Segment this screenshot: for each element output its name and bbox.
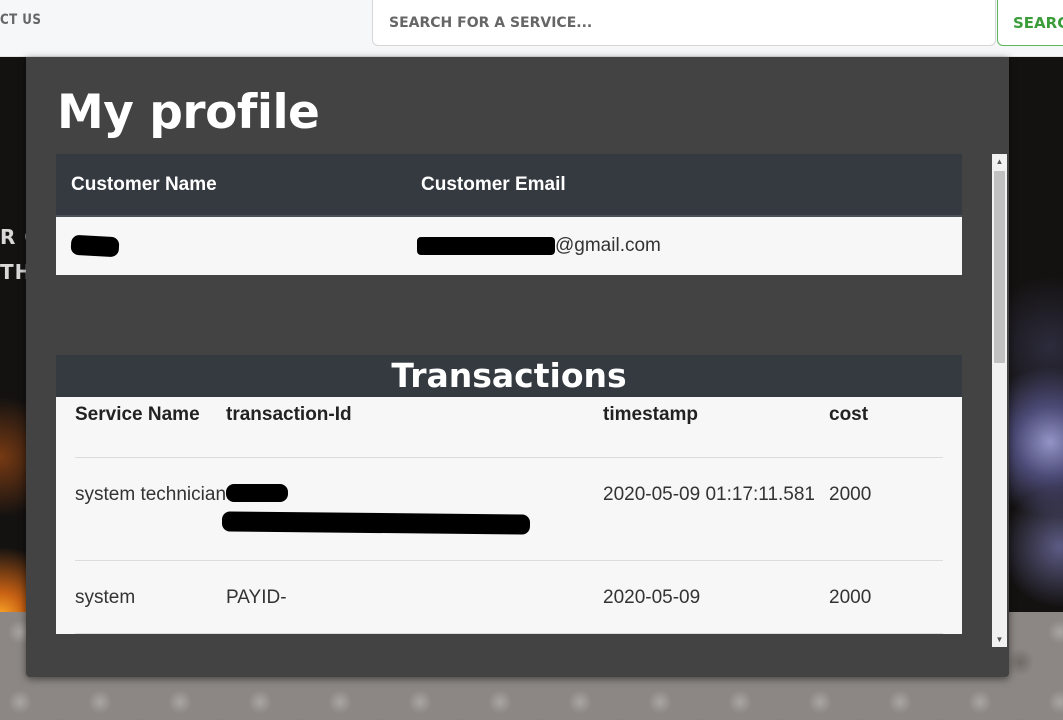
redaction-mark bbox=[221, 511, 531, 535]
service-name-header: Service Name bbox=[75, 397, 226, 458]
customer-email-suffix: @gmail.com bbox=[555, 235, 661, 256]
cost-cell: 2000 bbox=[829, 457, 943, 561]
transaction-id-cell: PAYID- bbox=[226, 560, 603, 634]
customer-name-cell bbox=[56, 216, 406, 275]
transactions-body: Service Name transaction-Id timestamp co… bbox=[56, 397, 962, 634]
service-search-input[interactable] bbox=[372, 0, 996, 46]
transactions-table: Service Name transaction-Id timestamp co… bbox=[75, 397, 943, 634]
customer-email-header: Customer Email bbox=[406, 154, 962, 217]
table-row: system technician 2020-05-09 01:17:11.58… bbox=[75, 457, 943, 561]
timestamp-cell: 2020-05-09 bbox=[603, 560, 829, 634]
profile-modal: My profile Customer Name Customer Email … bbox=[26, 57, 1009, 677]
scroll-up-arrow-icon[interactable]: ▲ bbox=[992, 154, 1007, 169]
service-name-cell: system technician bbox=[75, 457, 226, 561]
modal-title: My profile bbox=[57, 85, 320, 140]
timestamp-header: timestamp bbox=[603, 397, 829, 458]
redaction-mark bbox=[70, 234, 120, 258]
transactions-title: Transactions bbox=[56, 355, 962, 397]
search-button[interactable]: SEARCH bbox=[997, 0, 1063, 46]
top-navbar: CT US SEARCH bbox=[0, 0, 1063, 57]
redaction-mark bbox=[417, 236, 555, 255]
transaction-id-header: transaction-Id bbox=[226, 397, 603, 458]
modal-scrollbar[interactable]: ▲ ▼ bbox=[992, 154, 1007, 647]
cost-cell: 2000 bbox=[829, 560, 943, 634]
redaction-mark bbox=[226, 484, 288, 502]
scroll-down-arrow-icon[interactable]: ▼ bbox=[992, 632, 1007, 647]
customer-table: Customer Name Customer Email @gmail.com bbox=[56, 154, 962, 275]
table-row: system PAYID- 2020-05-09 2000 bbox=[75, 560, 943, 634]
customer-row: @gmail.com bbox=[56, 216, 962, 275]
cost-header: cost bbox=[829, 397, 943, 458]
service-name-cell: system bbox=[75, 560, 226, 634]
customer-email-cell: @gmail.com bbox=[406, 216, 962, 275]
nav-contact-link[interactable]: CT US bbox=[0, 12, 41, 28]
modal-scroll-area[interactable]: Customer Name Customer Email @gmail.com … bbox=[56, 154, 962, 647]
transaction-id-cell bbox=[221, 457, 603, 561]
customer-name-header: Customer Name bbox=[56, 154, 406, 217]
scrollbar-thumb[interactable] bbox=[994, 171, 1005, 363]
timestamp-cell: 2020-05-09 01:17:11.581 bbox=[603, 457, 829, 561]
